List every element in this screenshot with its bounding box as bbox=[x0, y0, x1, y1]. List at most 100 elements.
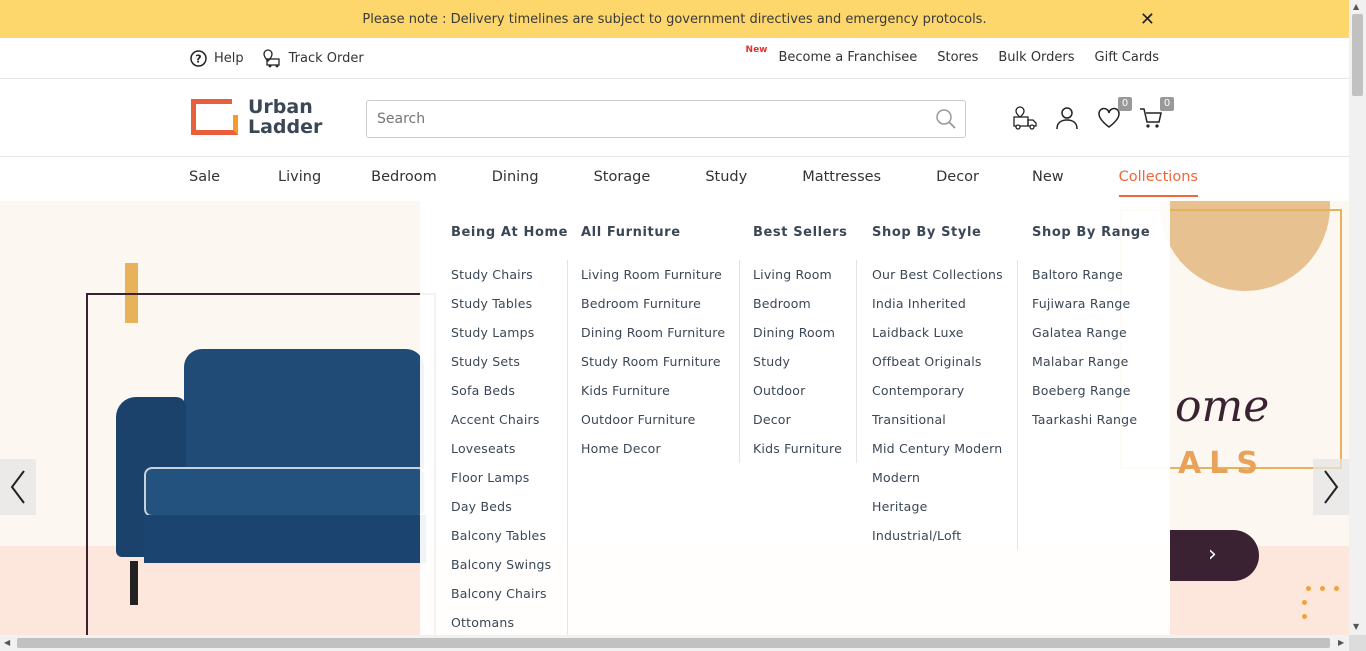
new-tag: New bbox=[745, 45, 768, 55]
mega-menu-link[interactable]: Outdoor Furniture bbox=[581, 405, 725, 434]
mega-menu-link[interactable]: Laidback Luxe bbox=[872, 318, 1003, 347]
cart-button[interactable]: 0 bbox=[1138, 97, 1174, 131]
mega-menu-link[interactable]: Balcony Tables bbox=[451, 521, 553, 550]
account-button[interactable] bbox=[1054, 105, 1080, 131]
scrollbar-corner bbox=[1349, 635, 1366, 651]
mega-menu-link[interactable]: Our Best Collections bbox=[872, 260, 1003, 289]
mega-menu-link[interactable]: Loveseats bbox=[451, 434, 553, 463]
mega-menu-link[interactable]: Transitional bbox=[872, 405, 1003, 434]
wishlist-button[interactable]: 0 bbox=[1096, 97, 1132, 131]
logo-line-1: Urban bbox=[248, 96, 313, 118]
mega-menu-link[interactable]: Living Room Furniture bbox=[581, 260, 725, 289]
mega-menu-link[interactable]: Offbeat Originals bbox=[872, 347, 1003, 376]
mega-menu-link[interactable]: Study Tables bbox=[451, 289, 553, 318]
close-icon[interactable]: ✕ bbox=[1140, 9, 1155, 30]
bulk-orders-link[interactable]: Bulk Orders bbox=[998, 50, 1074, 65]
mega-menu-link[interactable]: Kids Furniture bbox=[581, 376, 725, 405]
cart-count-badge: 0 bbox=[1160, 97, 1174, 111]
carousel-next-button[interactable] bbox=[1313, 459, 1349, 515]
mega-menu-link[interactable]: Baltoro Range bbox=[1032, 260, 1137, 289]
mega-menu-link[interactable]: Accent Chairs bbox=[451, 405, 553, 434]
sofa-image bbox=[116, 349, 426, 605]
nav-item-study[interactable]: Study bbox=[705, 169, 747, 197]
nav-item-mattresses[interactable]: Mattresses bbox=[802, 169, 881, 197]
mega-menu-heading[interactable]: All Furniture bbox=[581, 225, 740, 240]
urban-ladder-logo[interactable]: Urban Ladder bbox=[191, 97, 322, 137]
search-box bbox=[366, 100, 966, 138]
mega-menu-link[interactable]: Study Lamps bbox=[451, 318, 553, 347]
mega-menu-link[interactable]: Study bbox=[753, 347, 842, 376]
mega-menu-link[interactable]: Sofa Beds bbox=[451, 376, 553, 405]
mega-menu-column: Shop By Style Our Best Collections India I… bbox=[872, 225, 1018, 550]
mega-menu-link[interactable]: Outdoor bbox=[753, 376, 842, 405]
track-order-link[interactable]: Track Order bbox=[262, 48, 364, 68]
mega-menu-link[interactable]: Study Sets bbox=[451, 347, 553, 376]
mega-menu-link[interactable]: Study Room Furniture bbox=[581, 347, 725, 376]
gift-cards-link[interactable]: Gift Cards bbox=[1095, 50, 1159, 65]
mega-menu-heading[interactable]: Best Sellers bbox=[753, 225, 857, 240]
mega-menu-link[interactable]: Bedroom bbox=[753, 289, 842, 318]
mega-menu-link[interactable]: Modern bbox=[872, 463, 1003, 492]
mega-menu-link[interactable]: Decor bbox=[753, 405, 842, 434]
delivery-truck-icon bbox=[1013, 106, 1037, 130]
mega-menu-link-list: Living Room Furniture Bedroom Furniture Di… bbox=[581, 260, 741, 463]
chevron-right-icon bbox=[1324, 470, 1339, 504]
mega-menu-link[interactable]: Galatea Range bbox=[1032, 318, 1137, 347]
scroll-right-icon[interactable]: ▶ bbox=[1338, 638, 1344, 647]
scroll-down-icon[interactable]: ▼ bbox=[1353, 622, 1359, 631]
mega-menu-link[interactable]: Heritage bbox=[872, 492, 1003, 521]
nav-item-storage[interactable]: Storage bbox=[594, 169, 651, 197]
stores-link[interactable]: Stores bbox=[937, 50, 978, 65]
become-franchisee-link[interactable]: New Become a Franchisee bbox=[746, 45, 918, 65]
mega-menu-link[interactable]: Fujiwara Range bbox=[1032, 289, 1137, 318]
mega-menu-link[interactable]: Industrial/Loft bbox=[872, 521, 1003, 550]
help-link[interactable]: ? Help bbox=[190, 48, 244, 68]
mega-menu-heading[interactable]: Shop By Range bbox=[1032, 225, 1151, 240]
track-order-label: Track Order bbox=[288, 50, 364, 66]
mega-menu-link[interactable]: Living Room bbox=[753, 260, 842, 289]
svg-text:?: ? bbox=[195, 52, 201, 65]
mega-menu-column: Shop By Range Baltoro Range Fujiwara Range… bbox=[1032, 225, 1151, 434]
mega-menu-link[interactable]: Taarkashi Range bbox=[1032, 405, 1137, 434]
mega-menu-link[interactable]: Study Chairs bbox=[451, 260, 553, 289]
mega-menu-link[interactable]: Kids Furniture bbox=[753, 434, 842, 463]
vertical-scrollbar-thumb[interactable] bbox=[1352, 14, 1363, 96]
nav-item-living[interactable]: Living bbox=[278, 169, 321, 197]
nav-item-decor[interactable]: Decor bbox=[936, 169, 979, 197]
scroll-up-icon[interactable]: ▲ bbox=[1353, 2, 1359, 11]
scroll-left-icon[interactable]: ◀ bbox=[4, 638, 10, 647]
mega-menu-link[interactable]: India Inherited bbox=[872, 289, 1003, 318]
mega-menu-link[interactable]: Bedroom Furniture bbox=[581, 289, 725, 318]
carousel-prev-button[interactable] bbox=[0, 459, 36, 515]
delivery-notice-bar: Please note : Delivery timelines are sub… bbox=[0, 0, 1349, 38]
horizontal-scrollbar-thumb[interactable] bbox=[17, 638, 1330, 648]
mega-menu-link[interactable]: Home Decor bbox=[581, 434, 725, 463]
delivery-truck-button[interactable] bbox=[1012, 105, 1038, 131]
nav-item-collections[interactable]: Collections bbox=[1118, 169, 1198, 197]
mega-menu-heading[interactable]: Shop By Style bbox=[872, 225, 1018, 240]
search-icon[interactable] bbox=[935, 108, 957, 130]
help-icon: ? bbox=[190, 49, 207, 67]
nav-item-bedroom[interactable]: Bedroom bbox=[371, 169, 437, 197]
mega-menu-link[interactable]: Day Beds bbox=[451, 492, 553, 521]
mega-menu-link-list: Living Room Bedroom Dining Room Study Outdoo… bbox=[753, 260, 858, 463]
mega-menu-link[interactable]: Mid Century Modern bbox=[872, 434, 1003, 463]
nav-item-dining[interactable]: Dining bbox=[492, 169, 539, 197]
nav-item-new[interactable]: New bbox=[1032, 169, 1064, 197]
mega-menu-heading[interactable]: Being At Home bbox=[451, 225, 568, 240]
nav-item-sale[interactable]: Sale bbox=[189, 169, 220, 197]
search-input[interactable] bbox=[367, 101, 927, 137]
mega-menu-link[interactable]: Floor Lamps bbox=[451, 463, 553, 492]
logo-mark bbox=[191, 99, 238, 135]
track-order-icon bbox=[262, 49, 280, 68]
mega-menu-column: Being At Home Study Chairs Study Tables Stu… bbox=[451, 225, 569, 637]
mega-menu-link[interactable]: Dining Room bbox=[753, 318, 842, 347]
mega-menu-link[interactable]: Boeberg Range bbox=[1032, 376, 1137, 405]
logo-text: Urban Ladder bbox=[248, 97, 322, 137]
mega-menu-link[interactable]: Dining Room Furniture bbox=[581, 318, 725, 347]
mega-menu-link[interactable]: Contemporary bbox=[872, 376, 1003, 405]
mega-menu-link[interactable]: Balcony Chairs bbox=[451, 579, 553, 608]
mega-menu-link[interactable]: Ottomans bbox=[451, 608, 553, 637]
mega-menu-link[interactable]: Malabar Range bbox=[1032, 347, 1137, 376]
mega-menu-link[interactable]: Balcony Swings bbox=[451, 550, 553, 579]
